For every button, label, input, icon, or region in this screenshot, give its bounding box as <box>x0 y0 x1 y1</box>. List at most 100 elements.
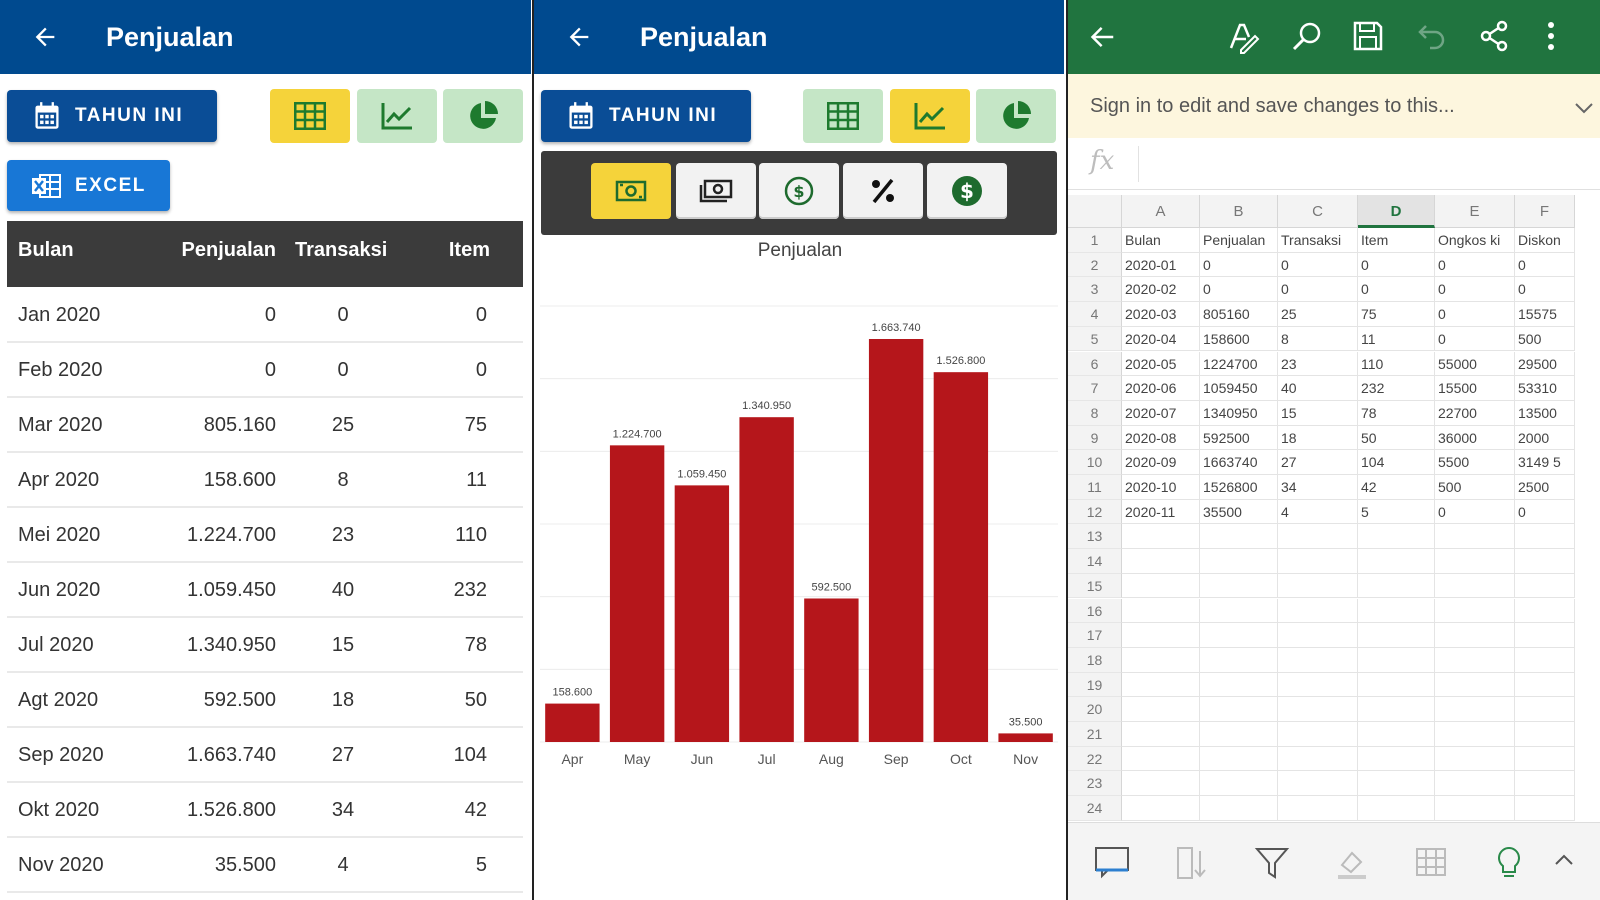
spreadsheet-cell[interactable]: Bulan <box>1122 228 1200 253</box>
spreadsheet-cell[interactable]: 4 <box>1278 499 1358 525</box>
spreadsheet-cell[interactable]: 1340950 <box>1200 400 1278 426</box>
spreadsheet-cell[interactable]: 78 <box>1358 400 1435 426</box>
spreadsheet-cell[interactable]: 2020-02 <box>1122 277 1200 303</box>
row-header[interactable]: 15 <box>1068 573 1122 599</box>
spreadsheet-cell[interactable]: 500 <box>1435 475 1515 500</box>
period-button[interactable]: TAHUN INI <box>541 90 751 142</box>
row-header[interactable]: 1 <box>1068 228 1122 253</box>
spreadsheet-cell[interactable]: 0 <box>1358 252 1435 278</box>
spreadsheet-cell[interactable]: 2500 <box>1515 475 1575 500</box>
spreadsheet-cell[interactable]: 805160 <box>1200 302 1278 327</box>
cell-format-icon[interactable] <box>1414 845 1450 881</box>
spreadsheet-cell[interactable]: 0 <box>1435 277 1515 303</box>
spreadsheet-cell[interactable]: 50 <box>1358 425 1435 451</box>
spreadsheet-cell[interactable]: 2020-04 <box>1122 326 1200 352</box>
spreadsheet-cell[interactable] <box>1278 697 1358 722</box>
more-options-icon[interactable] <box>1546 20 1556 52</box>
spreadsheet-cell[interactable] <box>1278 598 1358 624</box>
row-header[interactable]: 19 <box>1068 672 1122 698</box>
spreadsheet-cell[interactable] <box>1435 524 1515 550</box>
spreadsheet-cell[interactable] <box>1515 771 1575 797</box>
spreadsheet-cell[interactable] <box>1200 647 1278 673</box>
spreadsheet-cell[interactable]: 29500 <box>1515 351 1575 377</box>
line-chart-toggle[interactable] <box>357 89 437 143</box>
spreadsheet-cell[interactable] <box>1515 796 1575 821</box>
pie-chart-toggle[interactable] <box>443 89 523 143</box>
spreadsheet-cell[interactable] <box>1435 549 1515 574</box>
spreadsheet-cell[interactable]: 0 <box>1515 277 1575 303</box>
spreadsheet-cell[interactable] <box>1122 573 1200 599</box>
share-icon[interactable] <box>1478 20 1510 52</box>
spreadsheet-cell[interactable]: 13500 <box>1515 400 1575 426</box>
table-row[interactable]: Jul 2020 1.340.950 15 78 <box>7 618 523 673</box>
row-header[interactable]: 16 <box>1068 598 1122 624</box>
save-icon[interactable] <box>1352 20 1384 52</box>
spreadsheet-cell[interactable] <box>1200 524 1278 550</box>
spreadsheet-cell[interactable]: 232 <box>1358 376 1435 401</box>
period-button[interactable]: TAHUN INI <box>7 90 217 142</box>
spreadsheet-cell[interactable] <box>1435 598 1515 624</box>
spreadsheet-cell[interactable] <box>1515 722 1575 747</box>
row-header[interactable]: 24 <box>1068 796 1122 821</box>
chart-bar[interactable] <box>739 417 794 742</box>
search-icon[interactable] <box>1290 20 1324 54</box>
spreadsheet-cell[interactable] <box>1200 598 1278 624</box>
spreadsheet-cell[interactable] <box>1515 598 1575 624</box>
spreadsheet-cell[interactable] <box>1278 796 1358 821</box>
spreadsheet-cell[interactable]: 5500 <box>1435 450 1515 475</box>
row-header[interactable]: 22 <box>1068 746 1122 772</box>
spreadsheet-cell[interactable]: 34 <box>1278 475 1358 500</box>
metric-cash-button[interactable] <box>676 163 756 219</box>
table-view-toggle[interactable] <box>803 89 883 143</box>
spreadsheet-cell[interactable] <box>1122 524 1200 550</box>
formula-bar[interactable]: fx <box>1068 138 1600 190</box>
fill-color-icon[interactable] <box>1334 845 1370 881</box>
spreadsheet-cell[interactable] <box>1435 771 1515 797</box>
row-header[interactable]: 18 <box>1068 647 1122 673</box>
chart-bar[interactable] <box>609 445 665 742</box>
spreadsheet-cell[interactable] <box>1515 672 1575 698</box>
table-row[interactable]: Agt 2020 592.500 18 50 <box>7 673 523 728</box>
spreadsheet-cell[interactable] <box>1435 647 1515 673</box>
spreadsheet-cell[interactable] <box>1122 672 1200 698</box>
row-header[interactable]: 14 <box>1068 549 1122 574</box>
spreadsheet-cell[interactable]: 0 <box>1358 277 1435 303</box>
spreadsheet-cell[interactable]: Ongkos ki <box>1435 228 1515 253</box>
spreadsheet-cell[interactable]: 42 <box>1358 475 1435 500</box>
spreadsheet-cell[interactable]: 2020-08 <box>1122 425 1200 451</box>
spreadsheet-cell[interactable] <box>1358 524 1435 550</box>
row-header[interactable]: 7 <box>1068 376 1122 401</box>
spreadsheet-cell[interactable]: 0 <box>1515 499 1575 525</box>
spreadsheet-cell[interactable] <box>1515 697 1575 722</box>
table-row[interactable]: Sep 2020 1.663.740 27 104 <box>7 728 523 783</box>
select-all-corner[interactable] <box>1068 195 1122 228</box>
spreadsheet-cell[interactable] <box>1122 623 1200 648</box>
row-header[interactable]: 5 <box>1068 326 1122 352</box>
spreadsheet-cell[interactable] <box>1122 598 1200 624</box>
spreadsheet-cell[interactable]: 1663740 <box>1200 450 1278 475</box>
spreadsheet-cell[interactable] <box>1200 697 1278 722</box>
back-button[interactable] <box>534 23 624 51</box>
spreadsheet-cell[interactable] <box>1122 549 1200 574</box>
metric-penjualan-button[interactable] <box>591 163 671 219</box>
spreadsheet-cell[interactable]: 11 <box>1358 326 1435 352</box>
spreadsheet-cell[interactable]: 2020-03 <box>1122 302 1200 327</box>
edit-text-icon[interactable] <box>1226 20 1260 54</box>
spreadsheet-cell[interactable] <box>1122 746 1200 772</box>
chevron-down-icon[interactable] <box>1574 98 1594 121</box>
spreadsheet-cell[interactable]: 55000 <box>1435 351 1515 377</box>
spreadsheet-cell[interactable]: Penjualan <box>1200 228 1278 253</box>
chart-bar[interactable] <box>933 372 989 742</box>
spreadsheet-cell[interactable] <box>1515 623 1575 648</box>
spreadsheet-cell[interactable]: Item <box>1358 228 1435 253</box>
spreadsheet-cell[interactable]: 104 <box>1358 450 1435 475</box>
spreadsheet-cell[interactable] <box>1200 796 1278 821</box>
spreadsheet-cell[interactable] <box>1122 647 1200 673</box>
spreadsheet-cell[interactable]: 3149 5 <box>1515 450 1575 475</box>
excel-export-button[interactable]: EXCEL <box>7 160 170 211</box>
table-row[interactable]: Apr 2020 158.600 8 11 <box>7 453 523 508</box>
row-header[interactable]: 17 <box>1068 623 1122 648</box>
spreadsheet-cell[interactable]: 15 <box>1278 400 1358 426</box>
spreadsheet-cell[interactable]: 0 <box>1435 499 1515 525</box>
spreadsheet-cell[interactable]: 27 <box>1278 450 1358 475</box>
